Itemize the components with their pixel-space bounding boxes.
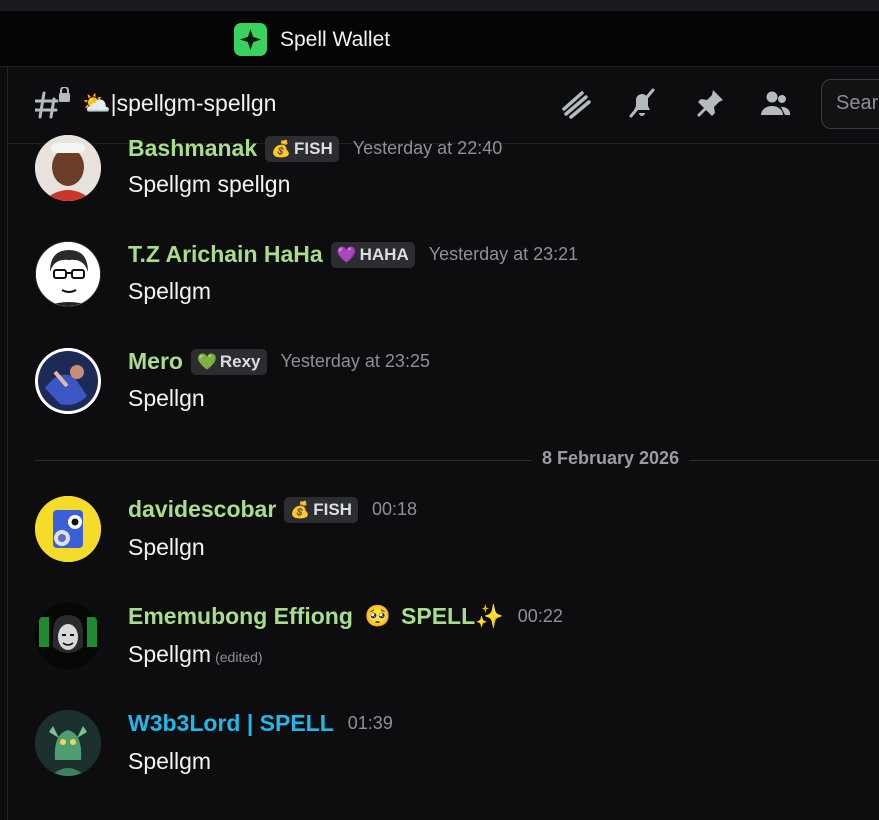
server-rail-edge — [0, 67, 8, 820]
title-bar: Spell Wallet — [0, 11, 879, 67]
badge-icon: 💚 — [196, 353, 217, 371]
message-text: Spellgn — [128, 534, 205, 560]
badge-icon: 💰 — [271, 140, 292, 158]
avatar[interactable] — [35, 348, 101, 414]
timestamp[interactable]: Yesterday at 22:40 — [353, 138, 502, 159]
role-badge: 💚 Rexy — [190, 348, 267, 375]
badge-label: FISH — [313, 499, 352, 519]
role-badge: 💰 FISH — [284, 496, 358, 523]
badge-label: HAHA — [359, 244, 409, 264]
username[interactable]: Ememubong Effiong — [128, 603, 353, 630]
date-divider-line — [35, 460, 879, 461]
pleading-face-emoji: 🥺 — [364, 604, 392, 628]
message-text: Spellgn — [128, 385, 205, 411]
role-badge: 💰 FISH — [265, 135, 339, 162]
spell-tag: SPELL✨ — [401, 603, 504, 629]
role-badge: 💜 HAHA — [330, 241, 415, 268]
message-header: davidescobar 💰 FISH 00:18 — [128, 496, 417, 523]
message-text: Spellgm — [128, 748, 212, 774]
message-header: Ememubong Effiong 🥺 SPELL✨ 00:22 — [128, 603, 563, 630]
timestamp[interactable]: Yesterday at 23:21 — [429, 244, 578, 265]
message-header: T.Z Arichain HaHa 💜 HAHA Yesterday at 23:… — [128, 241, 578, 268]
badge-icon: 💰 — [290, 501, 311, 519]
channel-name: ⛅|spellgm-spellgn — [82, 90, 276, 117]
notifications-muted-icon[interactable] — [626, 87, 658, 119]
message-text-row: Spellgm (edited) — [128, 641, 263, 668]
badge-label: Rexy — [219, 351, 261, 371]
avatar[interactable] — [35, 603, 101, 669]
timestamp[interactable]: 00:22 — [518, 606, 563, 627]
avatar[interactable] — [35, 496, 101, 562]
username[interactable]: Mero — [128, 348, 183, 375]
members-icon[interactable] — [759, 87, 791, 119]
edited-label: (edited) — [215, 649, 263, 665]
sparkle-icon — [234, 23, 267, 56]
message-text: Spellgm — [128, 278, 212, 304]
message-header: W3b3Lord | SPELL 01:39 — [128, 710, 393, 737]
avatar[interactable] — [35, 135, 101, 201]
channel-name-text: |spellgm-spellgn — [110, 90, 277, 116]
username[interactable]: W3b3Lord | SPELL — [128, 710, 334, 737]
username[interactable]: davidescobar — [128, 496, 276, 523]
window-top-strip — [0, 0, 879, 11]
timestamp[interactable]: Yesterday at 23:25 — [281, 351, 430, 372]
channel-header: ⛅|spellgm-spellgn Search — [8, 67, 879, 144]
badge-icon: 💜 — [336, 246, 357, 264]
timestamp[interactable]: 00:18 — [372, 499, 417, 520]
message-header: Mero 💚 Rexy Yesterday at 23:25 — [128, 348, 430, 375]
badge-label: FISH — [294, 138, 333, 158]
avatar[interactable] — [35, 241, 101, 307]
channel-emoji: ⛅ — [82, 90, 111, 116]
date-divider-label: 8 February 2026 — [532, 448, 690, 469]
username[interactable]: T.Z Arichain HaHa — [128, 241, 323, 268]
username[interactable]: Bashmanak — [128, 135, 257, 162]
message-header: Bashmanak 💰 FISH Yesterday at 22:40 — [128, 135, 502, 162]
locked-channel-icon — [33, 86, 73, 124]
threads-icon[interactable] — [560, 87, 592, 119]
search-placeholder: Search — [836, 92, 879, 114]
search-input[interactable]: Search — [821, 79, 879, 129]
pin-icon[interactable] — [694, 87, 726, 119]
app-title: Spell Wallet — [280, 28, 391, 51]
avatar[interactable] — [35, 710, 101, 776]
message-text: Spellgm spellgn — [128, 171, 291, 197]
timestamp[interactable]: 01:39 — [348, 713, 393, 734]
message-text: Spellgm — [128, 641, 212, 667]
